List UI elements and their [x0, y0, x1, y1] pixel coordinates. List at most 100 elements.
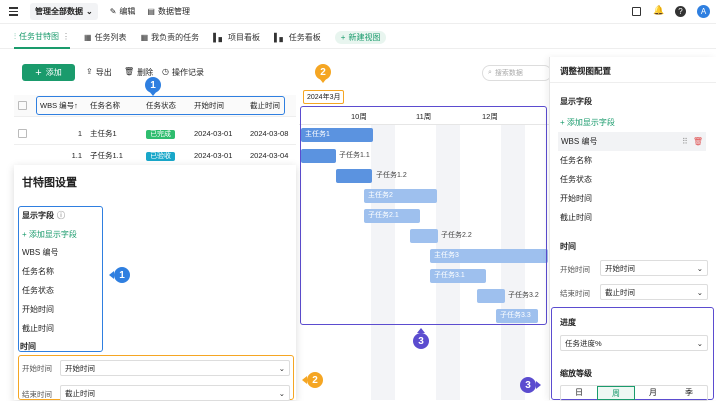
edit-button[interactable]: ✎ 编辑: [110, 6, 136, 17]
export-icon: ⇪: [86, 67, 93, 76]
tab-task-board[interactable]: ▌▖ 任务看板: [274, 27, 321, 49]
new-view-label: 新建视图: [348, 33, 381, 42]
chevron-down-icon: ⌄: [696, 287, 703, 297]
gantt-icon: ⫶: [14, 31, 16, 41]
callout-2-pointer: [319, 78, 327, 83]
more-icon[interactable]: ⋮: [62, 32, 70, 41]
zoom-option-quarter[interactable]: 季: [671, 386, 707, 400]
start-select[interactable]: 开始时间 ⌄: [600, 260, 708, 276]
row-checkbox[interactable]: [18, 129, 27, 138]
tab-label: 项目看板: [227, 33, 260, 42]
delete-button[interactable]: 🗑 删除: [124, 67, 153, 78]
gantt-highlight: [300, 106, 547, 325]
add-label: 添加: [45, 68, 62, 77]
tab-gantt[interactable]: ⫶ 任务甘特图 ⋮: [14, 27, 70, 49]
end-value: 截止时间: [65, 388, 95, 398]
field-item[interactable]: WBS 编号 ⠿ 🗑: [558, 132, 706, 151]
cell-name: 子任务1.1: [90, 151, 123, 160]
field-item[interactable]: 开始时间: [22, 300, 99, 319]
top-bar: 管理全部数据 ⌄ ✎ 编辑 ▤ 数据管理: [0, 0, 716, 24]
zoom-option-week[interactable]: 周: [597, 386, 635, 400]
cell-name: 主任务1: [90, 129, 117, 138]
field-item[interactable]: WBS 编号: [22, 243, 99, 262]
trash-icon[interactable]: 🗑: [693, 137, 703, 146]
cell-wbs: 1: [77, 129, 82, 138]
field-item[interactable]: 任务名称: [22, 262, 99, 281]
end-select[interactable]: 截止时间 ⌄: [600, 284, 708, 300]
view-select[interactable]: 管理全部数据 ⌄: [30, 3, 98, 20]
end-select[interactable]: 截止时间 ⌄: [60, 385, 290, 401]
table-row[interactable]: 1.1 子任务1.1 已验收 2024-03-01 2024-03-04: [14, 145, 296, 167]
callout-3-pointer: [417, 328, 425, 333]
field-item[interactable]: 任务状态: [560, 170, 592, 189]
layout-icon[interactable]: [632, 7, 641, 16]
zoom-option-day[interactable]: 日: [561, 386, 597, 400]
field-item[interactable]: 截止时间: [22, 319, 99, 338]
field-item[interactable]: 开始时间: [560, 189, 592, 208]
view-config-panel: 调整视图配置 显示字段 + 添加显示字段 WBS 编号 ⠿ 🗑 任务名称 任务状态…: [549, 57, 716, 401]
select-all-checkbox[interactable]: [18, 101, 27, 110]
bell-icon[interactable]: 🔔: [653, 5, 664, 16]
drag-handle-icon[interactable]: ⠿: [682, 137, 688, 146]
plus-icon: +: [340, 33, 346, 42]
callout-3-pointer: [536, 381, 541, 389]
kanban-icon: ▌▖: [213, 33, 225, 42]
search-input[interactable]: ⌕ 搜索数据: [482, 65, 552, 81]
month-label: 2024年3月: [303, 90, 345, 104]
data-manage-label: 数据管理: [157, 7, 190, 16]
time-label: 时间: [560, 242, 576, 251]
field-item-label: WBS 编号: [561, 137, 598, 146]
database-icon: ▤: [147, 7, 155, 16]
new-view-button[interactable]: + 新建视图: [334, 31, 387, 44]
field-item[interactable]: 截止时间: [560, 208, 592, 227]
add-field-button[interactable]: + 添加显示字段: [560, 113, 615, 132]
chevron-down-icon: ⌄: [86, 7, 93, 16]
add-button[interactable]: + 添加: [22, 64, 75, 81]
field-item[interactable]: 任务名称: [560, 151, 592, 170]
callout-1-pointer: [109, 271, 114, 279]
export-label: 导出: [95, 68, 112, 77]
view-select-label: 管理全部数据: [35, 7, 83, 16]
tab-project-board[interactable]: ▌▖ 项目看板: [213, 27, 260, 49]
trash-icon: 🗑: [124, 67, 135, 76]
plus-icon: +: [22, 229, 29, 239]
add-field-button[interactable]: + 添加显示字段: [22, 225, 99, 243]
field-item[interactable]: 任务状态: [22, 281, 99, 300]
start-value: 开始时间: [65, 363, 95, 373]
log-label: 操作记录: [171, 68, 204, 77]
callout-3: 3: [413, 333, 429, 349]
log-button[interactable]: ◷ 操作记录: [162, 67, 204, 78]
table-row[interactable]: 1 主任务1 已完成 2024-03-01 2024-03-08: [14, 123, 296, 145]
cell-end: 2024-03-08: [250, 129, 289, 138]
zoom-option-month[interactable]: 月: [635, 386, 671, 400]
display-fields-label: 显示字段: [560, 97, 592, 106]
cell-wbs: 1.1: [71, 151, 82, 160]
end-value: 截止时间: [605, 287, 635, 297]
clock-icon: ◷: [162, 67, 169, 76]
cell-end: 2024-03-04: [250, 151, 289, 160]
help-icon[interactable]: ?: [675, 6, 686, 17]
export-button[interactable]: ⇪ 导出: [86, 67, 112, 78]
callout-1-pointer: [149, 91, 157, 96]
cell-start: 2024-03-01: [194, 151, 233, 160]
start-value: 开始时间: [605, 263, 635, 273]
plus-icon: +: [560, 118, 567, 127]
tab-label: 任务甘特图: [19, 32, 59, 41]
progress-select[interactable]: 任务进度% ⌄: [560, 335, 708, 351]
progress-value: 任务进度%: [565, 338, 602, 348]
cell-start: 2024-03-01: [194, 129, 233, 138]
table-icon: ▦: [140, 33, 149, 42]
add-field-label: 添加显示字段: [566, 118, 615, 127]
chevron-down-icon: ⌄: [278, 363, 285, 373]
avatar[interactable]: A: [697, 5, 710, 18]
tab-my-tasks[interactable]: ▦ 我负责的任务: [141, 27, 200, 49]
end-label: 结束时间: [560, 289, 590, 298]
start-label: 开始时间: [22, 364, 52, 373]
tab-task-list[interactable]: ▦ 任务列表: [84, 27, 127, 49]
callout-2: 2: [307, 372, 323, 388]
menu-icon[interactable]: [8, 7, 18, 17]
start-select[interactable]: 开始时间 ⌄: [60, 360, 290, 376]
status-badge: 已验收: [146, 151, 175, 161]
view-tabs: ⫶ 任务甘特图 ⋮ ▦ 任务列表 ▦ 我负责的任务 ▌▖ 项目看板 ▌▖ 任务看板 + 新…: [0, 27, 716, 49]
data-manage-button[interactable]: ▤ 数据管理: [147, 6, 190, 17]
